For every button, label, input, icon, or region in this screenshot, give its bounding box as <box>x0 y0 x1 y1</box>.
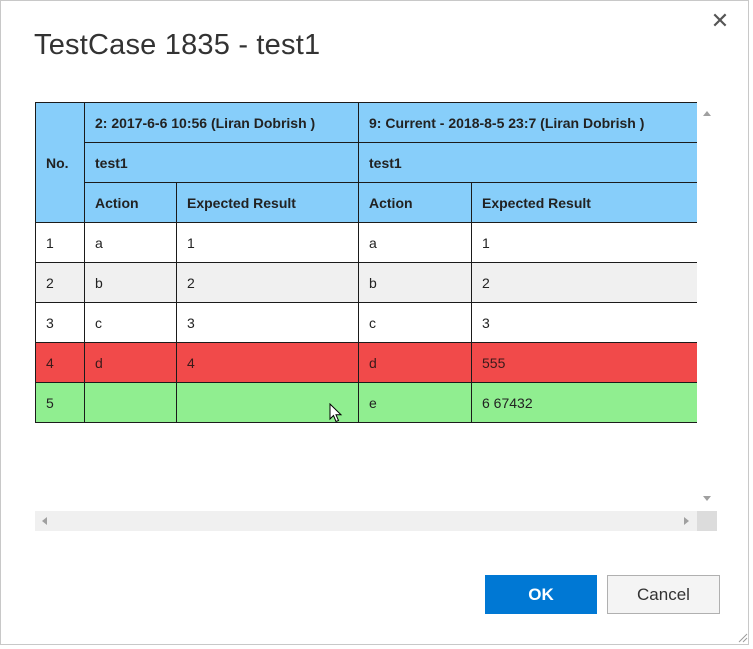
table-row: 2 b 2 b 2 <box>35 262 698 303</box>
scroll-down-icon[interactable] <box>703 496 711 501</box>
right-expected-cell: 6 67432 <box>471 382 698 423</box>
left-action-cell: a <box>84 222 177 263</box>
scroll-right-icon[interactable] <box>684 517 689 525</box>
cancel-button[interactable]: Cancel <box>607 575 720 614</box>
step-number: 2 <box>35 262 85 303</box>
left-action-cell <box>84 382 177 423</box>
resize-grip-icon[interactable] <box>736 631 748 643</box>
scroll-up-icon[interactable] <box>703 111 711 116</box>
right-action-cell: d <box>358 342 472 383</box>
step-number: 4 <box>35 342 85 383</box>
right-expected-header: Expected Result <box>471 182 698 223</box>
left-expected-cell: 3 <box>176 302 359 343</box>
left-name-header: test1 <box>84 142 359 183</box>
scrollbar-corner <box>697 511 717 531</box>
right-action-header: Action <box>358 182 472 223</box>
left-expected-cell: 4 <box>176 342 359 383</box>
right-action-cell: a <box>358 222 472 263</box>
horizontal-scrollbar[interactable] <box>35 511 697 531</box>
ok-button[interactable]: OK <box>485 575 597 614</box>
mouse-cursor-icon <box>329 403 343 423</box>
step-number: 5 <box>35 382 85 423</box>
no-header: No. <box>35 102 85 223</box>
step-number: 1 <box>35 222 85 263</box>
right-action-cell: c <box>358 302 472 343</box>
compare-dialog: ✕ TestCase 1835 - test1 No. 2: 2017-6-6 … <box>0 0 749 645</box>
left-action-cell: c <box>84 302 177 343</box>
right-name-header: test1 <box>358 142 698 183</box>
left-expected-cell: 2 <box>176 262 359 303</box>
table-row-changed: 4 d 4 d 555 <box>35 342 698 383</box>
left-action-cell: d <box>84 342 177 383</box>
step-number: 3 <box>35 302 85 343</box>
right-action-cell: e <box>358 382 472 423</box>
dialog-title: TestCase 1835 - test1 <box>34 29 321 61</box>
left-version-header: 2: 2017-6-6 10:56 (Liran Dobrish ) <box>84 102 359 143</box>
right-expected-cell: 2 <box>471 262 698 303</box>
comparison-grid: No. 2: 2017-6-6 10:56 (Liran Dobrish ) 9… <box>35 102 717 532</box>
close-icon[interactable]: ✕ <box>708 9 732 33</box>
right-expected-cell: 555 <box>471 342 698 383</box>
table-row: 3 c 3 c 3 <box>35 302 698 343</box>
right-expected-cell: 3 <box>471 302 698 343</box>
table-row: 1 a 1 a 1 <box>35 222 698 263</box>
left-action-cell: b <box>84 262 177 303</box>
vertical-scrollbar[interactable] <box>697 102 717 510</box>
right-action-cell: b <box>358 262 472 303</box>
right-expected-cell: 1 <box>471 222 698 263</box>
left-expected-cell: 1 <box>176 222 359 263</box>
right-version-header: 9: Current - 2018-8-5 23:7 (Liran Dobris… <box>358 102 698 143</box>
scroll-left-icon[interactable] <box>42 517 47 525</box>
left-expected-header: Expected Result <box>176 182 359 223</box>
left-action-header: Action <box>84 182 177 223</box>
comparison-table: No. 2: 2017-6-6 10:56 (Liran Dobrish ) 9… <box>35 102 698 423</box>
table-row-added: 5 e 6 67432 <box>35 382 698 423</box>
